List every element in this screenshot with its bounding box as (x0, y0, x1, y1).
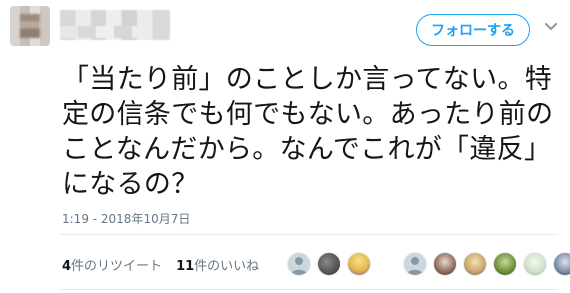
liker-avatar[interactable] (523, 252, 547, 276)
tweet-card: フォローする 「当たり前」のことしか言ってない。特定の信条でも何でもない。あった… (0, 0, 570, 293)
tweet-text: 「当たり前」のことしか言ってない。特定の信条でも何でもない。あったり前のことなん… (62, 64, 554, 200)
divider-bottom (60, 289, 558, 290)
user-avatar[interactable] (10, 6, 50, 46)
tweet-stats: 4件のリツイート 11件のいいね (62, 255, 273, 274)
retweeter-avatar[interactable] (317, 252, 341, 276)
retweets-stat[interactable]: 4件のリツイート (62, 255, 162, 274)
liker-avatar[interactable] (493, 252, 517, 276)
likes-label: 件のいいね (194, 259, 260, 274)
follow-button[interactable]: フォローする (416, 14, 530, 46)
divider-top (60, 234, 558, 235)
timestamp-text: 1:19 - 2018年10月7日 (62, 212, 191, 226)
chevron-down-icon[interactable] (544, 20, 558, 34)
retweets-label: 件のリツイート (71, 259, 163, 274)
retweeter-avatars (287, 252, 377, 276)
liker-avatar[interactable] (553, 252, 570, 276)
tweet-timestamp[interactable]: 1:19 - 2018年10月7日 (62, 210, 190, 227)
likes-stat[interactable]: 11件のいいね (176, 255, 259, 274)
liker-avatar[interactable] (463, 252, 487, 276)
follow-button-label: フォローする (431, 23, 515, 39)
retweets-count: 4 (62, 259, 72, 274)
liker-avatar[interactable] (433, 252, 457, 276)
liker-avatars (403, 252, 570, 276)
retweeter-avatar[interactable] (287, 252, 311, 276)
user-name-blurred[interactable] (60, 10, 170, 40)
liker-avatar[interactable] (403, 252, 427, 276)
retweeter-avatar[interactable] (347, 252, 371, 276)
likes-count: 11 (176, 259, 195, 274)
